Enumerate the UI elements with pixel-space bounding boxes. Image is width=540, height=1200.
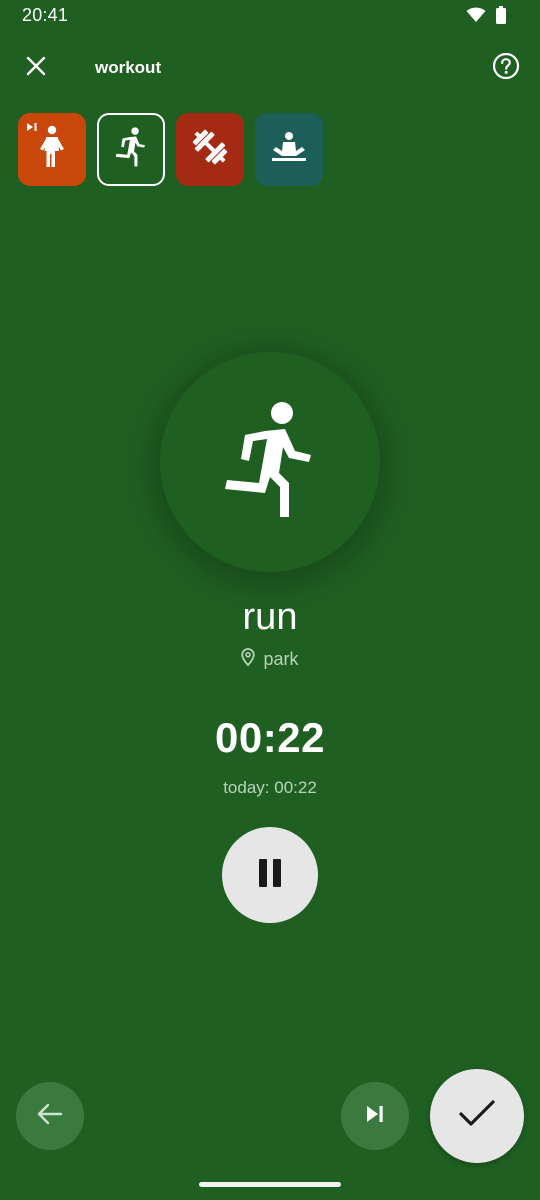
- skip-next-icon: [26, 119, 38, 137]
- page-title: workout: [95, 58, 162, 77]
- pause-icon: [256, 858, 284, 893]
- activity-name: run: [242, 596, 298, 638]
- meditation-icon: [269, 131, 309, 168]
- help-circle-icon: [492, 52, 520, 85]
- weights-icon: [190, 127, 230, 172]
- location-label: park: [263, 649, 299, 669]
- wifi-icon: [466, 7, 486, 28]
- elapsed-timer: 00:22: [215, 714, 325, 761]
- walk-icon: [35, 125, 69, 174]
- check-icon: [458, 1099, 496, 1134]
- status-time: 20:41: [22, 5, 69, 25]
- activity-chip-meditation[interactable]: [255, 113, 323, 186]
- skip-button[interactable]: [341, 1082, 409, 1150]
- run-icon: [225, 401, 315, 524]
- today-total: today: 00:22: [223, 778, 317, 797]
- help-button[interactable]: [488, 50, 524, 86]
- location-pin-icon: [241, 648, 256, 671]
- done-button[interactable]: [430, 1069, 524, 1163]
- close-button[interactable]: [18, 50, 54, 86]
- close-icon: [25, 55, 47, 82]
- pause-button[interactable]: [222, 827, 318, 923]
- home-indicator[interactable]: [199, 1182, 341, 1187]
- current-activity-badge: [160, 352, 380, 572]
- activity-chip-weights[interactable]: [176, 113, 244, 186]
- run-icon: [115, 127, 147, 172]
- activity-chip-walk[interactable]: [18, 113, 86, 186]
- activity-chip-run[interactable]: [97, 113, 165, 186]
- arrow-left-icon: [37, 1103, 63, 1130]
- previous-button[interactable]: [16, 1082, 84, 1150]
- battery-icon: [496, 6, 506, 29]
- status-icons: [466, 6, 506, 29]
- skip-next-icon: [365, 1105, 385, 1128]
- activity-location: park: [0, 648, 540, 671]
